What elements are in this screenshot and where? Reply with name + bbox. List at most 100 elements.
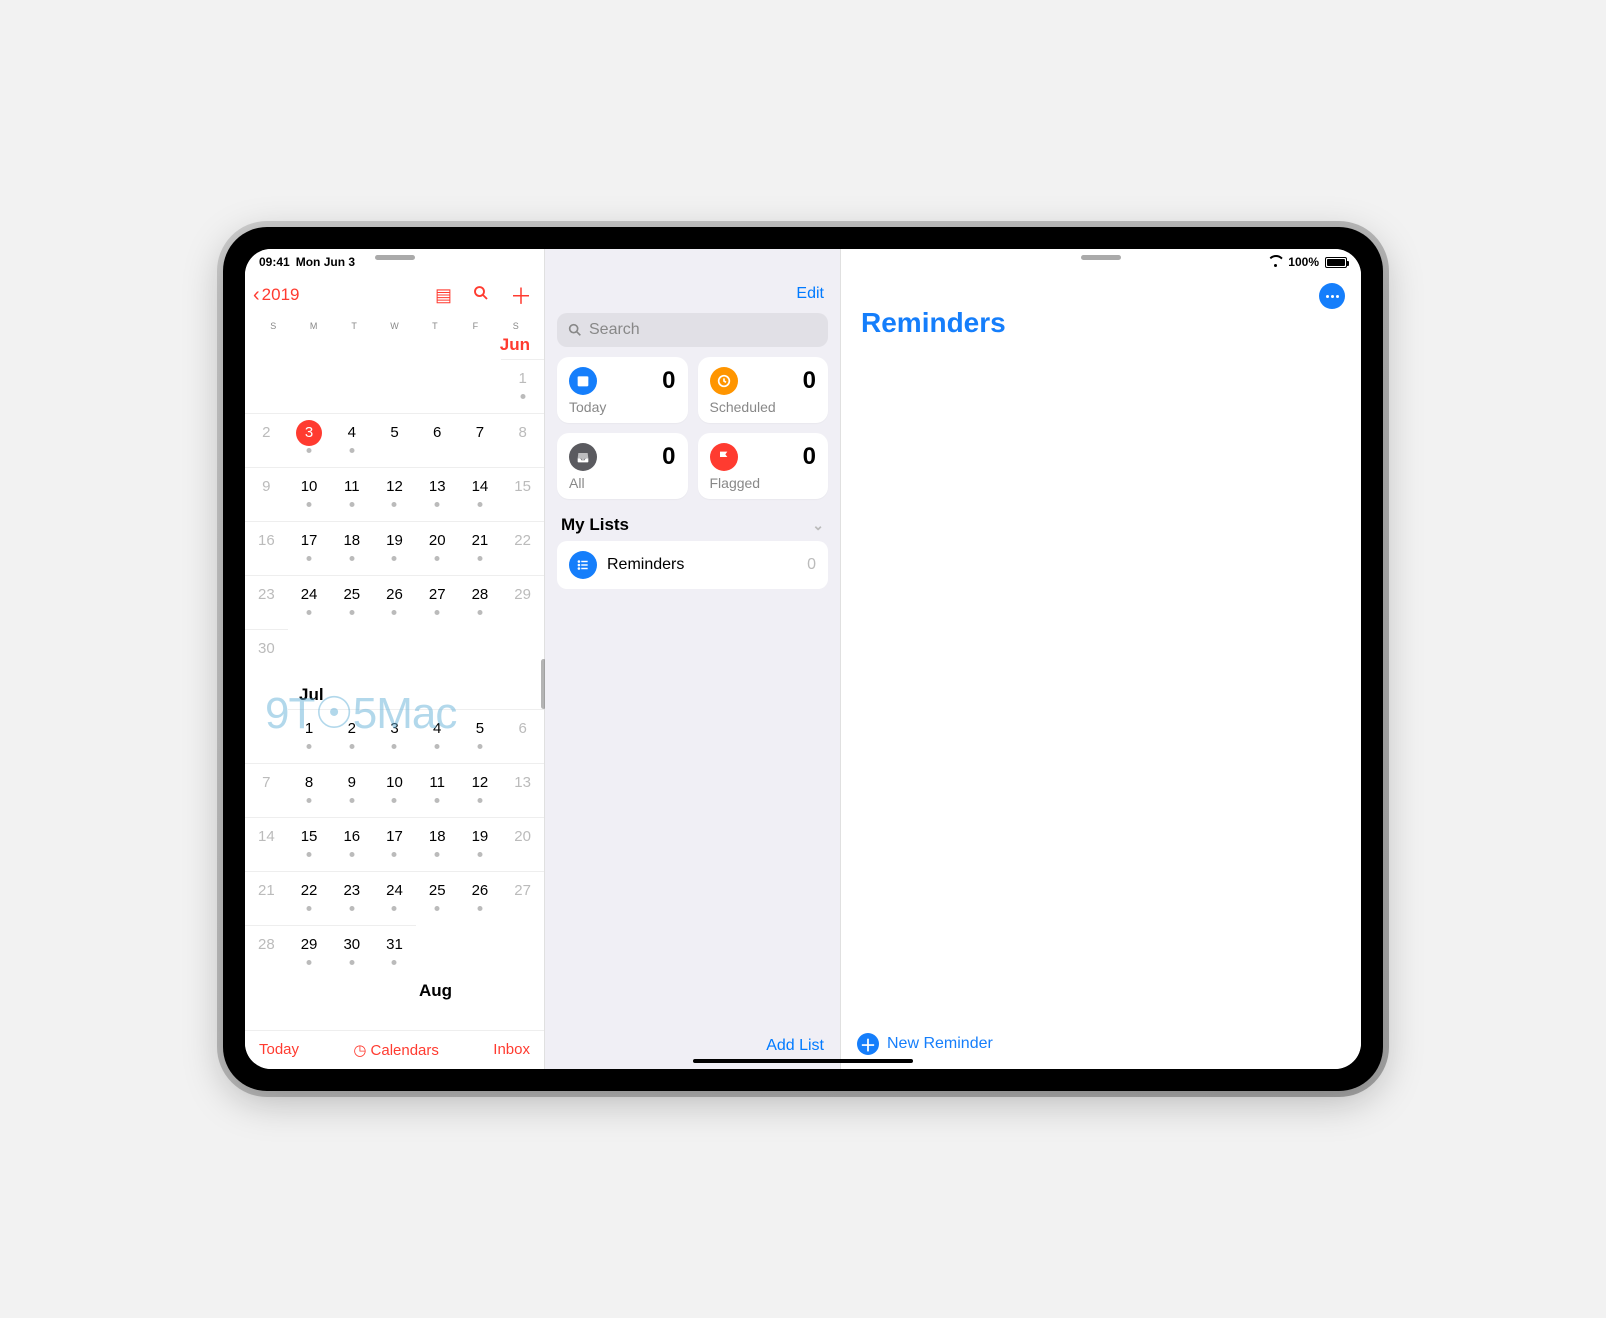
- battery-icon: [1325, 257, 1347, 268]
- multitask-pill-right[interactable]: [1081, 255, 1121, 260]
- calendar-day[interactable]: 19: [459, 817, 502, 871]
- search-input[interactable]: Search: [557, 313, 828, 347]
- calendar-day[interactable]: 6: [416, 413, 459, 467]
- calendar-day[interactable]: 7: [245, 763, 288, 817]
- card-scheduled[interactable]: 0 Scheduled: [698, 357, 829, 423]
- my-lists-header[interactable]: My Lists ⌄: [545, 499, 840, 541]
- calendar-day[interactable]: 30: [245, 629, 288, 683]
- list-item[interactable]: Reminders 0: [557, 541, 828, 589]
- calendar-day[interactable]: 16: [330, 817, 373, 871]
- tray-icon: [569, 443, 597, 471]
- calendar-back-button[interactable]: ‹ 2019: [253, 285, 300, 305]
- calendar-day[interactable]: 13: [416, 467, 459, 521]
- calendars-label: Calendars: [371, 1042, 439, 1059]
- calendar-day[interactable]: 4: [416, 709, 459, 763]
- calendar-day[interactable]: 8: [288, 763, 331, 817]
- calendar-day[interactable]: 7: [459, 413, 502, 467]
- calendar-day[interactable]: 26: [373, 575, 416, 629]
- month-label: Aug: [245, 979, 544, 1005]
- calendar-day[interactable]: 5: [459, 709, 502, 763]
- search-icon[interactable]: [472, 284, 490, 307]
- calendar-day[interactable]: 1: [288, 709, 331, 763]
- calendar-day[interactable]: 18: [416, 817, 459, 871]
- calendar-day[interactable]: 29: [501, 575, 544, 629]
- more-button[interactable]: [1319, 283, 1345, 309]
- calendar-day[interactable]: 10: [288, 467, 331, 521]
- multitask-pill-left[interactable]: [375, 255, 415, 260]
- calendar-day[interactable]: 19: [373, 521, 416, 575]
- add-event-icon[interactable]: ＋: [510, 279, 532, 311]
- calendar-app: 09:41 Mon Jun 3 ‹ 2019 ▤ ＋ SMTWTFS: [245, 249, 545, 1069]
- month-grid: 1234567891011121314151617181920212223242…: [245, 709, 544, 979]
- calendar-day[interactable]: 13: [501, 763, 544, 817]
- calendar-day[interactable]: 18: [330, 521, 373, 575]
- card-today[interactable]: 0 Today: [557, 357, 688, 423]
- calendar-body[interactable]: 9T☉5Mac Jun12345678910111213141516171819…: [245, 333, 544, 1030]
- calendar-day[interactable]: 17: [288, 521, 331, 575]
- calendar-day[interactable]: 31: [373, 925, 416, 979]
- calendar-day[interactable]: 14: [245, 817, 288, 871]
- view-mode-icon[interactable]: ▤: [435, 285, 452, 306]
- calendar-day[interactable]: 28: [245, 925, 288, 979]
- dow-label: T: [334, 321, 374, 331]
- calendar-day[interactable]: 15: [501, 467, 544, 521]
- calendar-day[interactable]: 15: [288, 817, 331, 871]
- calendar-day[interactable]: 23: [245, 575, 288, 629]
- back-year-label: 2019: [262, 285, 300, 305]
- calendar-day[interactable]: 3: [288, 413, 331, 467]
- calendar-day[interactable]: 12: [459, 763, 502, 817]
- calendar-day[interactable]: 25: [330, 575, 373, 629]
- calendar-day[interactable]: 9: [245, 467, 288, 521]
- inbox-button[interactable]: Inbox: [493, 1041, 530, 1059]
- calendar-day[interactable]: 29: [288, 925, 331, 979]
- calendar-day[interactable]: 2: [330, 709, 373, 763]
- calendar-day[interactable]: 14: [459, 467, 502, 521]
- calendar-day[interactable]: 17: [373, 817, 416, 871]
- calendar-day[interactable]: 27: [501, 871, 544, 925]
- calendar-day[interactable]: 21: [459, 521, 502, 575]
- calendar-day[interactable]: 24: [373, 871, 416, 925]
- calendar-day[interactable]: 16: [245, 521, 288, 575]
- calendar-day[interactable]: 20: [416, 521, 459, 575]
- calendar-day[interactable]: 2: [245, 413, 288, 467]
- calendar-day[interactable]: 30: [330, 925, 373, 979]
- calendar-day[interactable]: 21: [245, 871, 288, 925]
- calendar-day[interactable]: 1: [501, 359, 544, 413]
- card-all[interactable]: 0 All: [557, 433, 688, 499]
- calendar-day[interactable]: 3: [373, 709, 416, 763]
- calendar-footer: Today ◷ Calendars Inbox: [245, 1030, 544, 1069]
- home-indicator[interactable]: [693, 1059, 913, 1063]
- card-flagged[interactable]: 0 Flagged: [698, 433, 829, 499]
- dow-label: F: [455, 321, 495, 331]
- calendar-day[interactable]: 11: [330, 467, 373, 521]
- calendar-day[interactable]: 10: [373, 763, 416, 817]
- calendars-button[interactable]: ◷ Calendars: [353, 1041, 438, 1059]
- edit-button[interactable]: Edit: [545, 277, 840, 309]
- calendar-day[interactable]: 5: [373, 413, 416, 467]
- dow-label: S: [253, 321, 293, 331]
- dow-label: T: [415, 321, 455, 331]
- calendar-day[interactable]: 20: [501, 817, 544, 871]
- calendar-day[interactable]: 28: [459, 575, 502, 629]
- new-reminder-label: New Reminder: [887, 1035, 993, 1053]
- calendar-day[interactable]: 8: [501, 413, 544, 467]
- battery-pct: 100%: [1288, 255, 1319, 269]
- calendar-day[interactable]: 22: [288, 871, 331, 925]
- calendar-day[interactable]: 26: [459, 871, 502, 925]
- calendar-day[interactable]: 24: [288, 575, 331, 629]
- calendar-day[interactable]: 9: [330, 763, 373, 817]
- calendar-day[interactable]: 25: [416, 871, 459, 925]
- clock-icon: ◷: [353, 1041, 366, 1059]
- calendar-day[interactable]: 23: [330, 871, 373, 925]
- dow-label: W: [374, 321, 414, 331]
- calendar-day[interactable]: 4: [330, 413, 373, 467]
- calendar-day[interactable]: 6: [501, 709, 544, 763]
- today-button[interactable]: Today: [259, 1041, 299, 1059]
- list-count: 0: [807, 556, 816, 574]
- ipad-device-frame: 09:41 Mon Jun 3 ‹ 2019 ▤ ＋ SMTWTFS: [223, 227, 1383, 1091]
- calendar-day[interactable]: 11: [416, 763, 459, 817]
- calendar-day[interactable]: 27: [416, 575, 459, 629]
- calendar-day[interactable]: 22: [501, 521, 544, 575]
- new-reminder-button[interactable]: ＋ New Reminder: [841, 1019, 1361, 1069]
- calendar-day[interactable]: 12: [373, 467, 416, 521]
